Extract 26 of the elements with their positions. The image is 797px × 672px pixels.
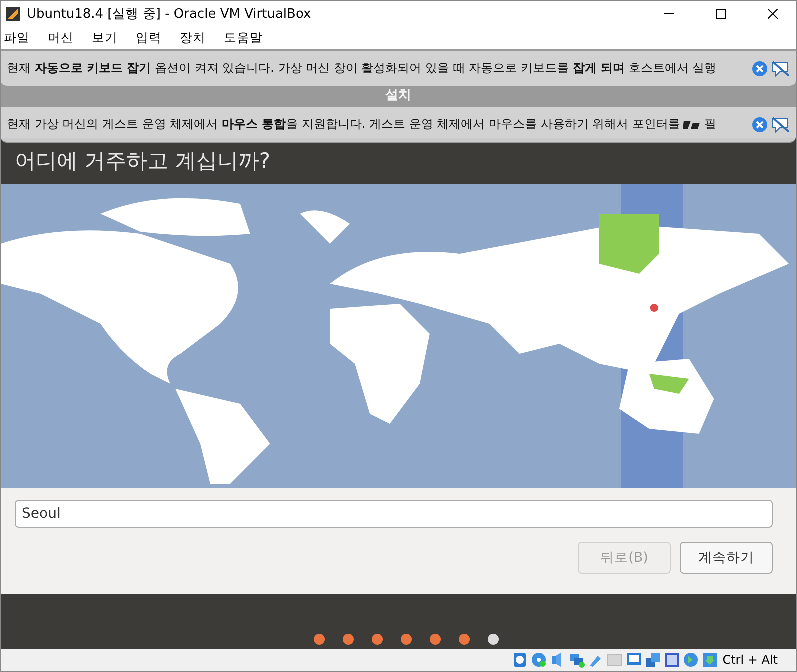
- optical-disc-icon[interactable]: [530, 652, 547, 668]
- menu-item[interactable]: 보기: [89, 30, 124, 46]
- windows-icon[interactable]: [644, 652, 661, 668]
- menu-item[interactable]: 머신: [45, 30, 80, 46]
- notification-text: 필: [704, 116, 716, 133]
- page-heading: 어디에 거주하고 계십니까?: [15, 148, 270, 175]
- download-icon[interactable]: [702, 652, 718, 668]
- continue-button[interactable]: 계속하기: [680, 542, 773, 574]
- window-title: Ubuntu18.4 [실행 중] - Oracle VM VirtualBox: [27, 6, 312, 23]
- menu-item[interactable]: 입력: [133, 30, 168, 46]
- location-field[interactable]: Seoul: [15, 500, 773, 528]
- menu-item[interactable]: 도움말: [221, 30, 269, 46]
- maximize-icon[interactable]: [716, 9, 726, 19]
- display-icon[interactable]: [626, 652, 642, 668]
- mouse-pointer-icon: [683, 118, 702, 130]
- notification-text: 현재 가상 머신의 게스트 운영 체제에서 마우스 통합을 지원합니다. 게스트 운영 체제에서 마우스를 사용하기 위해서 포인터를: [7, 116, 680, 133]
- app-icon[interactable]: [5, 6, 21, 22]
- menu-item[interactable]: 파일: [1, 30, 36, 46]
- menu-item[interactable]: 장치: [177, 30, 212, 46]
- notification-text: 현재 자동으로 키보드 잡기 옵션이 켜져 있습니다. 가상 머신 창이 활성화되어 있을 때 자동으로 키보드를 잡게 되며 호스트에서 실행: [7, 60, 717, 77]
- top-bar-title: 설치: [386, 88, 412, 104]
- close-icon[interactable]: [768, 9, 778, 19]
- host-key-label: Ctrl + Alt: [722, 653, 778, 667]
- network-icon[interactable]: [568, 652, 585, 668]
- message-off-icon[interactable]: [772, 116, 790, 132]
- message-off-icon[interactable]: [772, 60, 790, 76]
